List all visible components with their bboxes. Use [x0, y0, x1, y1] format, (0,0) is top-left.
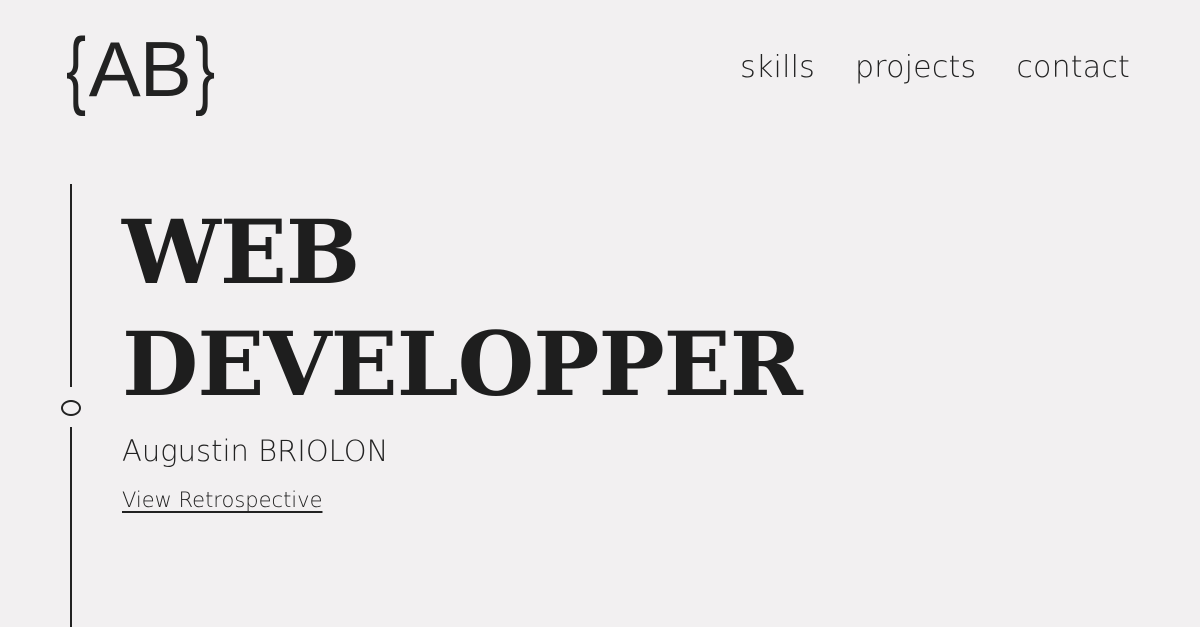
- view-retrospective-link[interactable]: View Retrospective: [122, 488, 322, 512]
- hero-title-line-2: DEVELOPPER: [122, 312, 803, 416]
- nav-link-projects[interactable]: projects: [855, 50, 976, 85]
- hero-title-line-1: WEB: [122, 200, 360, 304]
- logo-link[interactable]: { AB }: [62, 26, 218, 112]
- timeline-marker-icon: [61, 400, 81, 416]
- top-navigation: skills projects contact: [740, 50, 1130, 85]
- nav-link-contact[interactable]: contact: [1016, 50, 1130, 85]
- author-name: Augustin BRIOLON: [122, 434, 389, 468]
- nav-link-skills[interactable]: skills: [740, 50, 815, 85]
- timeline-line-bottom: [70, 427, 72, 627]
- timeline-line-top: [70, 184, 72, 387]
- logo-close-brace: }: [194, 21, 215, 117]
- logo-initials: AB: [88, 25, 192, 113]
- hero-title: WEB DEVELOPPER: [122, 196, 803, 420]
- logo-open-brace: {: [66, 21, 86, 117]
